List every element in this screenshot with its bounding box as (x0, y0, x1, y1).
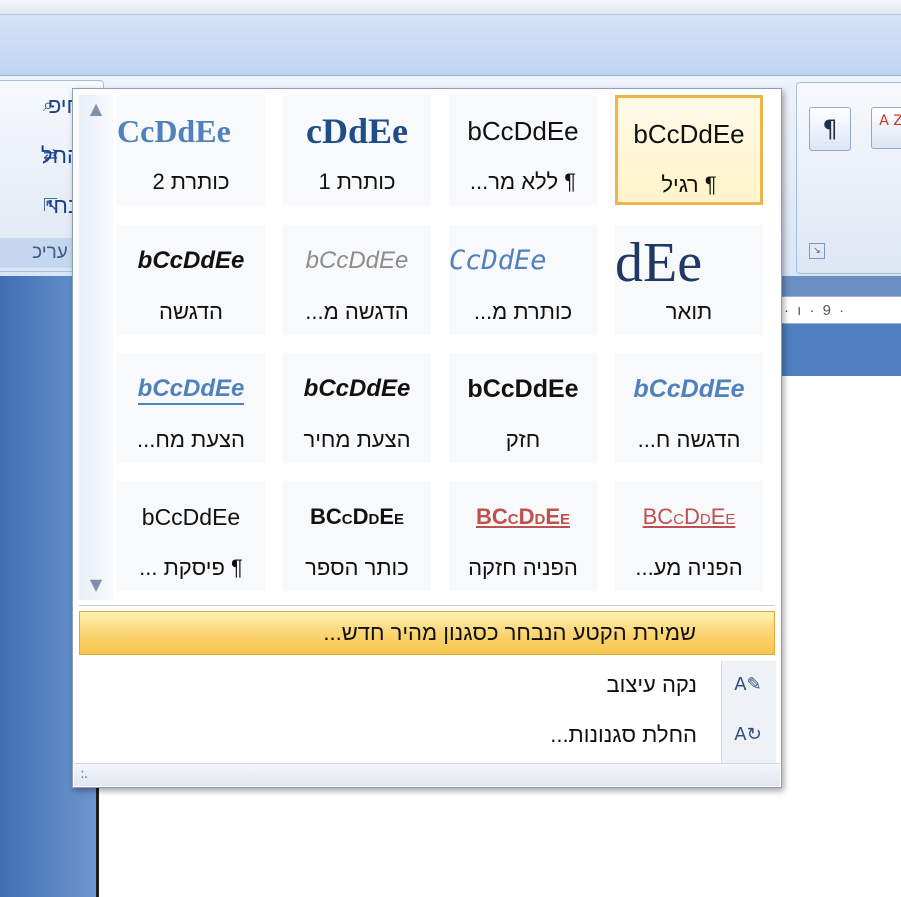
sort-icon: A Z (879, 113, 901, 129)
sort-button[interactable]: A Z (871, 107, 901, 149)
style-sample-text: BCcDdEe (642, 504, 736, 529)
style-label: ¶ רגיל (661, 172, 717, 197)
style-tile-book-title[interactable]: BCcDdEe כותר הספר (283, 481, 431, 591)
show-marks-button[interactable]: ¶ (809, 107, 851, 151)
save-selection-label: שמירת הקטע הנבחר כסגנון מהיר חדש... (323, 620, 696, 645)
style-tile-subtle-emphasis[interactable]: bCcDdEe הדגשה מ... (283, 225, 431, 335)
style-sample: dEe (615, 232, 703, 294)
clear-formatting-item[interactable]: A✎ נקה עיצוב (79, 661, 775, 709)
style-tile-normal[interactable]: bCcDdEe ¶ רגיל (615, 95, 763, 205)
horizontal-ruler: · ı · 9 · (780, 296, 901, 324)
style-label: הפניה מע... (635, 555, 743, 580)
style-sample: bCcDdEe (467, 116, 579, 146)
dialog-launcher-icon[interactable]: ↘ (809, 243, 825, 259)
style-sample: bCcDdEe (467, 375, 579, 403)
style-sample: bCcDdEe (633, 119, 745, 149)
show-marks-icon: ¶ (822, 115, 838, 143)
style-sample: CcDdEe (449, 245, 547, 276)
style-label: תואר (665, 299, 713, 324)
style-label: הדגשה (159, 299, 223, 324)
style-sample: BCcDdEe (309, 504, 404, 529)
style-label: הדגשה ח... (637, 427, 741, 452)
style-tile-emphasis[interactable]: bCcDdEe הדגשה (117, 225, 265, 335)
style-sample: BCcDdEe (615, 493, 763, 551)
gallery-resize-bar[interactable]: :. (74, 763, 780, 786)
style-tile-intense-quote[interactable]: bCcDdEe הצעת מח... (117, 353, 265, 463)
style-label: ¶ פיסקת ... (139, 555, 243, 580)
style-label: הדגשה מ... (305, 299, 409, 324)
style-sample: cDdEe (306, 111, 408, 151)
style-tile-subtitle[interactable]: CcDdEe כותרת מ... (449, 225, 597, 335)
apply-styles-icon: A↻ (734, 724, 762, 745)
ribbon-tab-row (0, 15, 901, 76)
quick-styles-gallery: ▲ ▼ bCcDdEe ¶ רגיל bCcDdEe ¶ ללא מר... c… (72, 88, 782, 788)
style-sample: bCcDdEe (633, 375, 745, 403)
paragraph-group: ¶ A Z ↘ (796, 82, 901, 274)
style-tile-subtle-reference[interactable]: BCcDdEe הפניה מע... (615, 481, 763, 591)
style-sample: BCcDdEe (449, 493, 597, 551)
style-label: הצעת מחיר (303, 427, 411, 452)
style-tile-list-paragraph[interactable]: bCcDdEe ¶ פיסקת ... (117, 481, 265, 591)
style-tile-heading-1[interactable]: cDdEe כותרת 1 (283, 95, 431, 205)
style-tile-no-spacing[interactable]: bCcDdEe ¶ ללא מר... (449, 95, 597, 205)
style-label: חזק (505, 427, 541, 452)
style-label: הפניה חזקה (468, 555, 578, 580)
style-tile-title[interactable]: dEe תואר (615, 225, 763, 335)
clear-formatting-icon: A✎ (734, 674, 762, 695)
style-tile-heading-2[interactable]: CcDdEe כותרת 2 (117, 95, 265, 205)
scroll-down-icon[interactable]: ▼ (79, 573, 113, 597)
style-sample: CcDdEe (117, 113, 231, 149)
style-sample: bCcDdEe (137, 247, 245, 274)
apply-styles-label: החלת סגנונות... (550, 722, 697, 747)
scroll-up-icon[interactable]: ▲ (79, 97, 113, 121)
style-sample: bCcDdEe (303, 375, 411, 402)
style-label: הצעת מח... (137, 427, 245, 452)
gallery-scrollbar[interactable]: ▲ ▼ (79, 95, 113, 600)
style-label: ¶ ללא מר... (469, 169, 577, 194)
style-tile-quote[interactable]: bCcDdEe הצעת מחיר (283, 353, 431, 463)
gallery-divider (79, 605, 775, 606)
style-tile-intense-reference[interactable]: BCcDdEe הפניה חזקה (449, 481, 597, 591)
ruler-margin-band (780, 324, 901, 376)
save-selection-as-style-item[interactable]: שמירת הקטע הנבחר כסגנון מהיר חדש... (79, 611, 775, 655)
style-label: כותר הספר (305, 555, 409, 580)
style-label: כותרת 1 (318, 169, 396, 194)
clear-formatting-label: נקה עיצוב (606, 672, 697, 697)
style-label: כותרת 2 (152, 169, 230, 194)
style-sample: bCcDdEe (117, 365, 265, 423)
title-bar-strip (0, 0, 901, 15)
apply-styles-item[interactable]: A↻ החלת סגנונות... (79, 711, 775, 759)
style-tile-strong[interactable]: bCcDdEe חזק (449, 353, 597, 463)
style-tile-intense-emphasis[interactable]: bCcDdEe הדגשה ח... (615, 353, 763, 463)
style-sample: bCcDdEe (305, 247, 409, 274)
style-sample-text: BCcDdEe (475, 504, 570, 529)
resize-grip-icon[interactable]: :. (80, 766, 88, 782)
style-sample: bCcDdEe (141, 504, 241, 530)
style-tiles-grid: bCcDdEe ¶ רגיל bCcDdEe ¶ ללא מר... cDdEe… (117, 95, 775, 605)
style-label: כותרת מ... (473, 299, 573, 324)
style-sample-text: bCcDdEe (137, 375, 245, 405)
